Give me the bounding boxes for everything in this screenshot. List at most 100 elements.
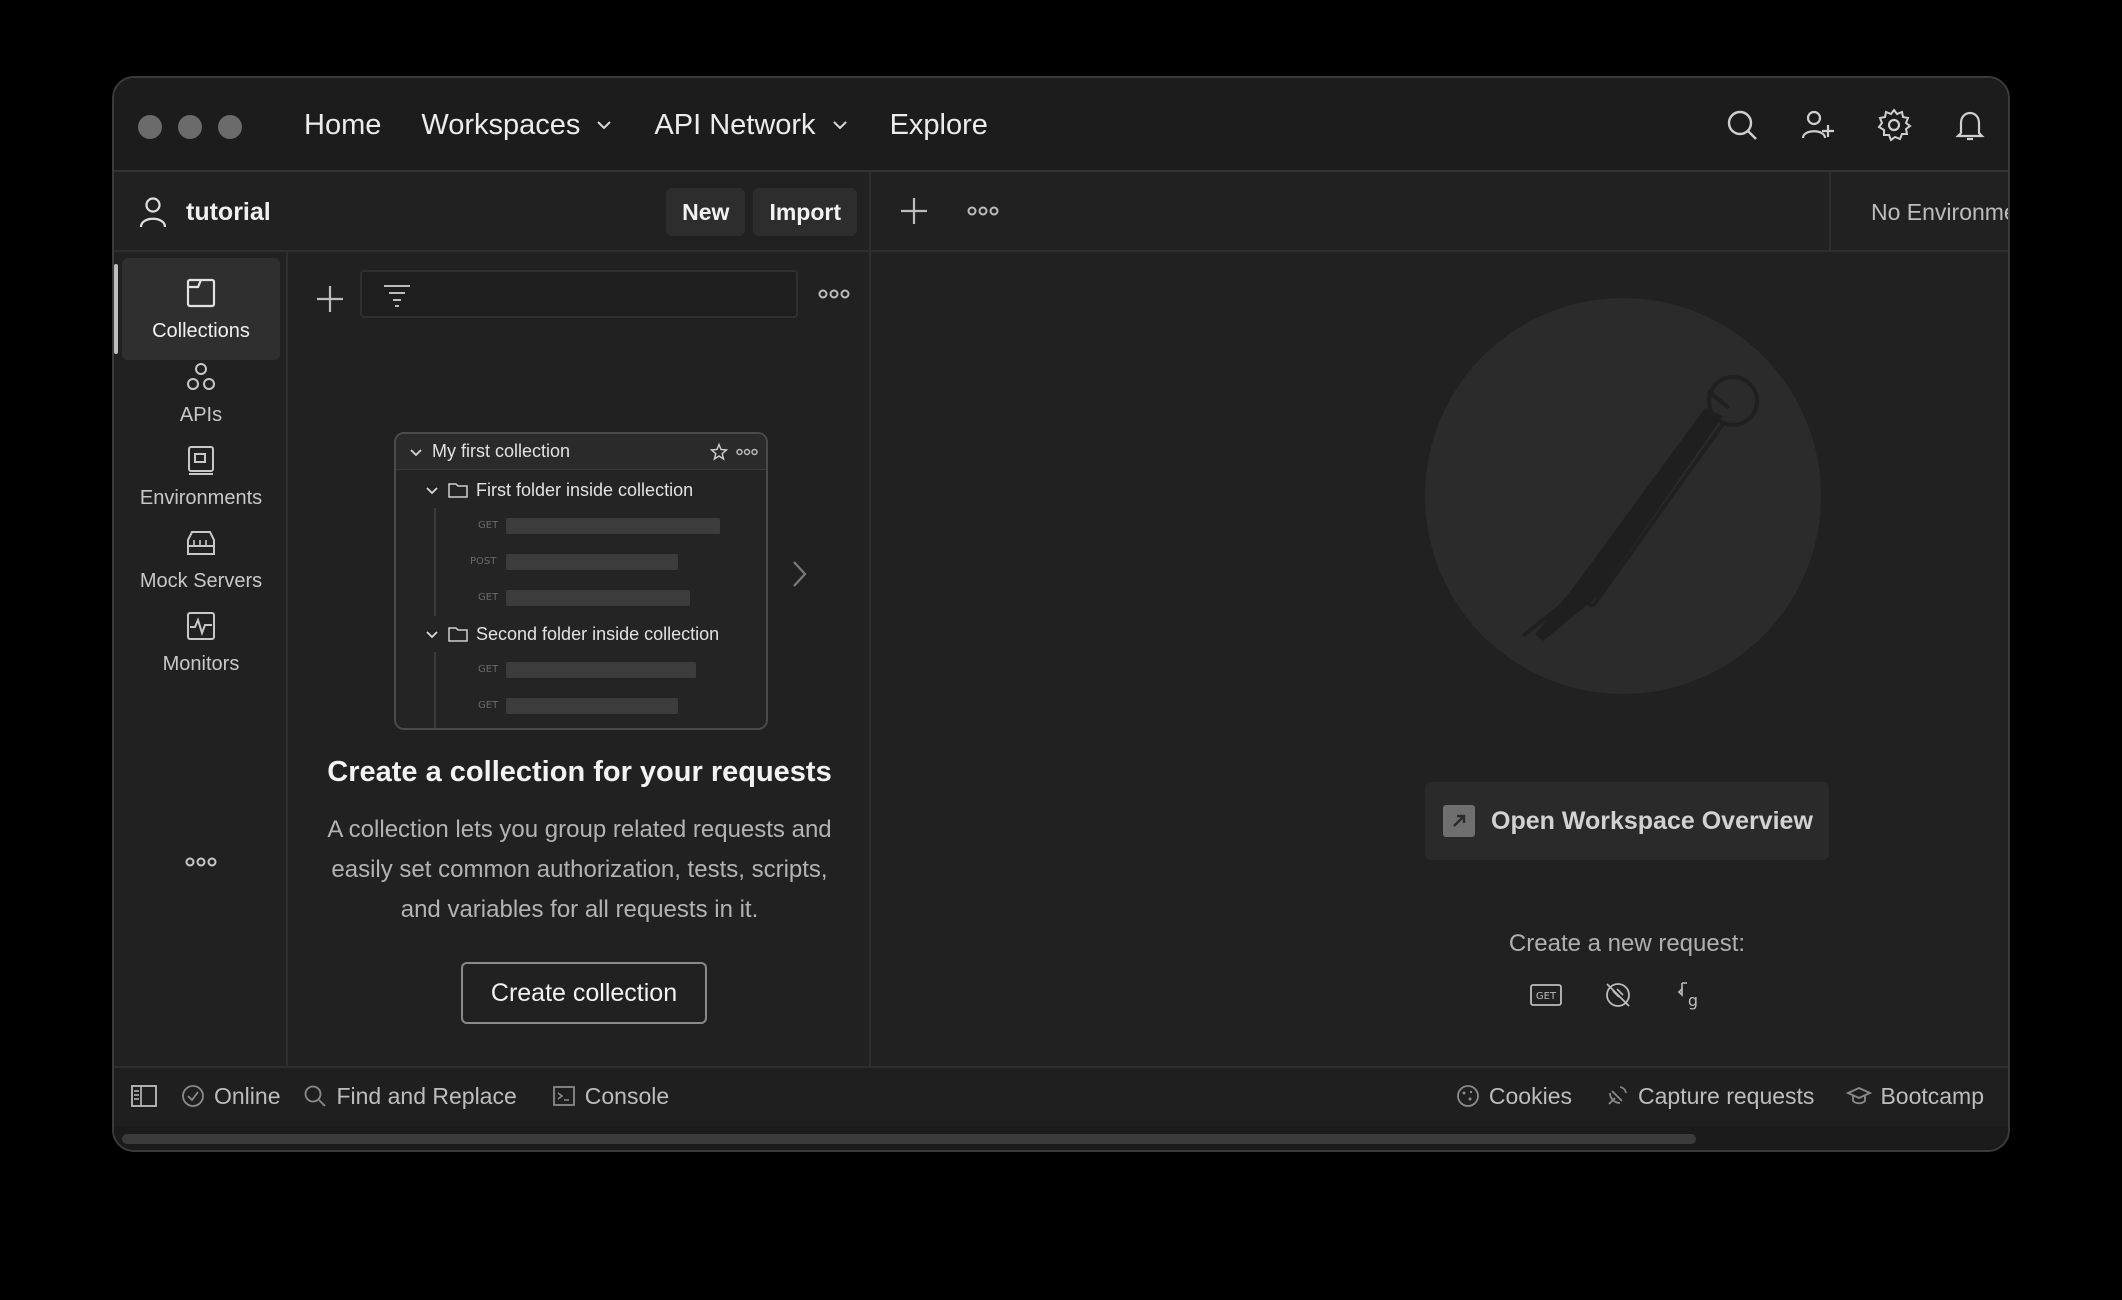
workspace-name-label: tutorial <box>186 197 271 226</box>
sidebar-item-monitors[interactable]: Monitors <box>122 591 280 693</box>
svg-text:g: g <box>1688 991 1698 1010</box>
preview-folder-row: First folder inside collection <box>396 472 766 508</box>
minimize-window-button[interactable] <box>178 115 202 139</box>
collections-icon <box>186 278 216 307</box>
sidebar-item-label: Environments <box>139 486 263 509</box>
folder-icon <box>448 483 468 498</box>
preview-collection-row: My first collection <box>396 434 766 470</box>
new-tab-plus-icon[interactable] <box>897 194 931 228</box>
online-label: Online <box>214 1082 281 1109</box>
preview-folder-name: First folder inside collection <box>476 479 694 500</box>
online-status[interactable]: Online <box>180 1083 280 1110</box>
search-icon <box>305 1085 327 1107</box>
find-and-replace-button[interactable]: Find and Replace <box>302 1082 517 1110</box>
status-bar-right: Cookies Capture requests Bootcamp <box>1455 1068 1984 1124</box>
request-method: GET <box>478 700 499 711</box>
sidebar-item-label: Monitors <box>162 652 240 675</box>
chevron-down-icon <box>832 121 847 130</box>
sidebar-item-label: Collections <box>152 319 250 342</box>
import-button[interactable]: Import <box>753 188 857 236</box>
create-collection-button[interactable]: Create collection <box>461 962 707 1024</box>
request-placeholder-bar <box>506 662 696 678</box>
collection-preview: My first collection First folder inside … <box>394 432 768 730</box>
environment-selector[interactable]: No Environment <box>1829 172 2008 252</box>
new-button[interactable]: New <box>666 188 746 236</box>
capture-requests-label: Capture requests <box>1638 1082 1815 1109</box>
apis-icon <box>187 362 215 390</box>
invite-user-icon[interactable] <box>1800 107 1836 143</box>
chevron-down-icon <box>426 487 438 495</box>
check-circle-icon <box>182 1085 204 1107</box>
search-icon[interactable] <box>1724 107 1760 143</box>
console-button[interactable]: Console <box>551 1083 669 1110</box>
chevron-right-icon[interactable] <box>788 558 810 590</box>
user-icon <box>139 197 167 228</box>
nav-home-label: Home <box>304 108 382 141</box>
more-horizontal-icon[interactable] <box>184 854 218 870</box>
status-bar-left: Online Find and Replace Console <box>130 1068 669 1124</box>
sidebar-toggle-icon[interactable] <box>130 1083 158 1109</box>
grpc-request-icon[interactable]: g <box>1673 978 1707 1012</box>
cookies-label: Cookies <box>1488 1082 1572 1109</box>
nav-home[interactable]: Home <box>304 109 381 142</box>
postman-logo-icon <box>1425 298 1821 694</box>
star-icon <box>710 443 728 461</box>
workspace-header: tutorial New Import <box>114 172 871 252</box>
preview-folder-name: Second folder inside collection <box>476 623 720 644</box>
workspace-actions: New Import <box>666 188 857 236</box>
title-bar: Home Workspaces API Network Explore <box>114 78 2008 172</box>
sidebar-item-label: APIs <box>179 403 223 426</box>
preview-request-row: GET <box>396 580 766 616</box>
zoom-window-button[interactable] <box>218 115 242 139</box>
cookie-icon <box>1456 1085 1479 1107</box>
nav-workspaces[interactable]: Workspaces <box>421 109 614 142</box>
add-collection-plus-icon[interactable] <box>315 284 345 314</box>
find-replace-label: Find and Replace <box>336 1082 517 1109</box>
app-window: Home Workspaces API Network Explore tuto… <box>112 76 2010 1152</box>
scrollbar-thumb[interactable] <box>122 1134 1696 1144</box>
open-workspace-overview-button[interactable]: Open Workspace Overview <box>1425 782 1829 860</box>
chevron-down-icon <box>410 448 422 456</box>
request-placeholder-bar <box>506 698 678 714</box>
mock-servers-icon <box>187 530 215 555</box>
empty-state-description: A collection lets you group related requ… <box>327 816 832 923</box>
request-method: POST <box>470 556 497 567</box>
new-request-options: GET g <box>1529 978 1707 1012</box>
cookies-button[interactable]: Cookies <box>1455 1083 1572 1110</box>
filter-icon[interactable] <box>382 282 412 308</box>
top-icons <box>1724 78 1988 172</box>
request-placeholder-bar <box>506 518 720 534</box>
chevron-down-icon <box>426 631 438 639</box>
http-get-request-icon[interactable]: GET <box>1529 978 1563 1012</box>
environment-label: No Environment <box>1871 198 2008 225</box>
close-window-button[interactable] <box>138 115 162 139</box>
gear-icon[interactable] <box>1876 107 1912 143</box>
window-controls <box>138 115 242 139</box>
websocket-request-icon[interactable] <box>1601 978 1635 1012</box>
preview-request-row: GET <box>396 508 766 544</box>
bootcamp-button[interactable]: Bootcamp <box>1846 1083 1984 1110</box>
nav-api-network-label: API Network <box>654 108 816 141</box>
empty-state-title: Create a collection for your requests <box>327 756 832 788</box>
more-horizontal-icon[interactable] <box>967 202 999 220</box>
capture-requests-button[interactable]: Capture requests <box>1604 1083 1814 1110</box>
folder-icon <box>448 627 468 642</box>
nav-explore-label: Explore <box>889 108 988 141</box>
workspace-name[interactable]: tutorial <box>138 172 271 252</box>
horizontal-scrollbar[interactable] <box>114 1126 2008 1150</box>
external-link-icon <box>1443 805 1475 837</box>
collections-search-input[interactable] <box>360 270 798 318</box>
nav-explore[interactable]: Explore <box>890 109 988 142</box>
nav-workspaces-label: Workspaces <box>421 108 581 141</box>
preview-folder-row: Second folder inside collection <box>396 616 766 652</box>
preview-request-row: GET <box>396 688 766 724</box>
request-placeholder-bar <box>506 554 678 570</box>
svg-text:GET: GET <box>1536 991 1557 1002</box>
nav-api-network[interactable]: API Network <box>654 109 849 142</box>
more-horizontal-icon <box>736 448 758 456</box>
more-horizontal-icon[interactable] <box>818 286 850 302</box>
bootcamp-label: Bootcamp <box>1880 1082 1984 1109</box>
bell-icon[interactable] <box>1952 107 1988 143</box>
status-bar: Online Find and Replace Console Cookies … <box>114 1066 2008 1126</box>
top-nav: Home Workspaces API Network Explore <box>304 78 988 172</box>
